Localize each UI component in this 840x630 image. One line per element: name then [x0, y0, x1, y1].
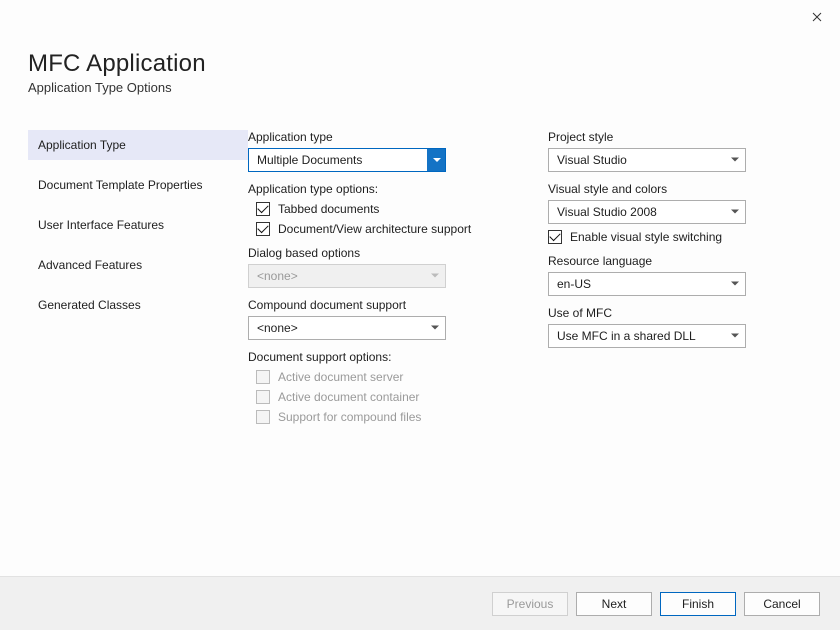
compound-files-row: Support for compound files: [248, 410, 512, 424]
active-container-row: Active document container: [248, 390, 512, 404]
chevron-down-icon: [431, 326, 439, 331]
use-mfc-value: Use MFC in a shared DLL: [557, 329, 696, 343]
active-container-label: Active document container: [278, 390, 419, 404]
docview-checkbox[interactable]: [256, 222, 270, 236]
active-server-row: Active document server: [248, 370, 512, 384]
next-button-label: Next: [602, 597, 627, 611]
project-style-label: Project style: [548, 130, 812, 144]
next-button[interactable]: Next: [576, 592, 652, 616]
wizard-footer: Previous Next Finish Cancel: [0, 576, 840, 630]
enable-switching-row[interactable]: Enable visual style switching: [548, 230, 812, 244]
dialog-based-label: Dialog based options: [248, 246, 512, 260]
close-button[interactable]: [808, 8, 826, 26]
finish-button-label: Finish: [682, 597, 714, 611]
form-column-right: Project style Visual Studio Visual style…: [548, 130, 812, 560]
resource-lang-value: en-US: [557, 277, 591, 291]
form-columns: Application type Multiple Documents Appl…: [248, 130, 812, 560]
application-type-options-label: Application type options:: [248, 182, 512, 196]
sidebar-item-application-type[interactable]: Application Type: [28, 130, 248, 160]
wizard-header: MFC Application Application Type Options: [0, 0, 840, 95]
doc-support-options-label: Document support options:: [248, 350, 512, 364]
visual-style-value: Visual Studio 2008: [557, 205, 657, 219]
application-type-label: Application type: [248, 130, 512, 144]
sidebar-item-label: Application Type: [38, 138, 126, 152]
sidebar-item-user-interface-features[interactable]: User Interface Features: [28, 210, 248, 240]
chevron-down-icon: [731, 158, 739, 163]
compound-support-combo[interactable]: <none>: [248, 316, 446, 340]
active-server-checkbox: [256, 370, 270, 384]
use-mfc-combo[interactable]: Use MFC in a shared DLL: [548, 324, 746, 348]
tabbed-documents-checkbox[interactable]: [256, 202, 270, 216]
visual-style-combo[interactable]: Visual Studio 2008: [548, 200, 746, 224]
tabbed-documents-label: Tabbed documents: [278, 202, 379, 216]
sidebar-item-label: Document Template Properties: [38, 178, 203, 192]
wizard-window: MFC Application Application Type Options…: [0, 0, 840, 630]
active-server-label: Active document server: [278, 370, 403, 384]
previous-button: Previous: [492, 592, 568, 616]
application-type-combo[interactable]: Multiple Documents: [248, 148, 446, 172]
chevron-down-icon: [731, 334, 739, 339]
resource-lang-combo[interactable]: en-US: [548, 272, 746, 296]
chevron-down-icon: [731, 282, 739, 287]
docview-label: Document/View architecture support: [278, 222, 471, 236]
wizard-title: MFC Application: [28, 50, 840, 78]
use-mfc-label: Use of MFC: [548, 306, 812, 320]
compound-files-checkbox: [256, 410, 270, 424]
sidebar-item-label: Advanced Features: [38, 258, 142, 272]
enable-switching-checkbox[interactable]: [548, 230, 562, 244]
project-style-value: Visual Studio: [557, 153, 627, 167]
compound-support-label: Compound document support: [248, 298, 512, 312]
sidebar-item-label: Generated Classes: [38, 298, 141, 312]
application-type-value: Multiple Documents: [257, 153, 362, 167]
dialog-based-value: <none>: [257, 269, 298, 283]
compound-files-label: Support for compound files: [278, 410, 421, 424]
sidebar: Application Type Document Template Prope…: [28, 130, 248, 560]
enable-switching-label: Enable visual style switching: [570, 230, 722, 244]
chevron-down-icon: [427, 149, 445, 171]
active-container-checkbox: [256, 390, 270, 404]
sidebar-item-document-template-properties[interactable]: Document Template Properties: [28, 170, 248, 200]
compound-support-value: <none>: [257, 321, 298, 335]
tabbed-documents-row[interactable]: Tabbed documents: [248, 202, 512, 216]
chevron-down-icon: [731, 210, 739, 215]
previous-button-label: Previous: [507, 597, 554, 611]
project-style-combo[interactable]: Visual Studio: [548, 148, 746, 172]
wizard-subtitle: Application Type Options: [28, 80, 840, 95]
wizard-body: Application Type Document Template Prope…: [28, 130, 812, 560]
sidebar-item-label: User Interface Features: [38, 218, 164, 232]
docview-row[interactable]: Document/View architecture support: [248, 222, 512, 236]
cancel-button[interactable]: Cancel: [744, 592, 820, 616]
visual-style-label: Visual style and colors: [548, 182, 812, 196]
chevron-down-icon: [431, 274, 439, 279]
form-column-left: Application type Multiple Documents Appl…: [248, 130, 512, 560]
resource-lang-label: Resource language: [548, 254, 812, 268]
sidebar-item-generated-classes[interactable]: Generated Classes: [28, 290, 248, 320]
dialog-based-combo: <none>: [248, 264, 446, 288]
cancel-button-label: Cancel: [763, 597, 800, 611]
finish-button[interactable]: Finish: [660, 592, 736, 616]
sidebar-item-advanced-features[interactable]: Advanced Features: [28, 250, 248, 280]
